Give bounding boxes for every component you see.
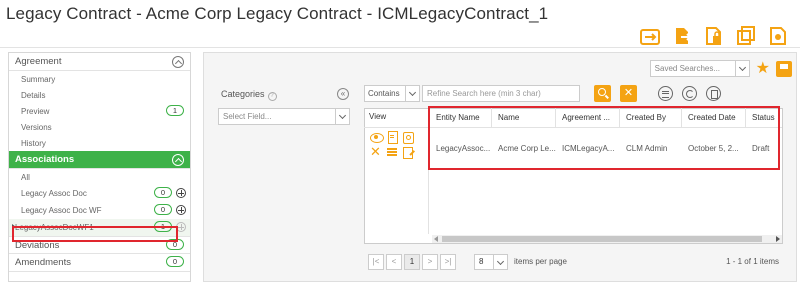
- save-icon[interactable]: [776, 60, 792, 77]
- export-icon[interactable]: [706, 86, 721, 101]
- nav-item-summary[interactable]: Summary: [9, 71, 190, 87]
- list-view-icon[interactable]: [658, 86, 673, 101]
- search-button[interactable]: [594, 85, 611, 102]
- chevron-down-icon: [405, 86, 419, 101]
- edit-icon[interactable]: [402, 146, 415, 159]
- pager-info: 1 - 1 of 1 items: [726, 257, 779, 266]
- star-icon[interactable]: ★: [756, 60, 770, 77]
- document-copy-icon[interactable]: [736, 26, 756, 46]
- nav-item-preview[interactable]: Preview 1: [9, 103, 190, 119]
- delete-icon[interactable]: ✕: [370, 145, 383, 159]
- count-badge: 1: [166, 105, 184, 116]
- collapse-left-icon[interactable]: «: [337, 88, 349, 100]
- nav-item-label: Legacy Assoc Doc WF: [21, 206, 102, 215]
- category-field-select[interactable]: Select Field...: [218, 108, 350, 125]
- search-placeholder: Refine Search here (min 3 char): [427, 89, 541, 98]
- scroll-right-icon[interactable]: [776, 236, 780, 242]
- add-icon[interactable]: [176, 205, 186, 215]
- count-badge: 0: [154, 204, 172, 215]
- categories-title: Categories: [221, 89, 265, 99]
- nav-item-label: History: [21, 138, 46, 148]
- nav-item-legacy-assoc-doc-wf[interactable]: Legacy Assoc Doc WF 0: [9, 202, 190, 219]
- row-action-icons: ✕: [370, 131, 418, 159]
- row-actions-cell: ✕: [364, 128, 429, 234]
- nav-item-label: Versions: [21, 122, 52, 132]
- prev-page-button[interactable]: <: [386, 254, 402, 270]
- current-page[interactable]: 1: [404, 254, 420, 270]
- nav-item-label: Summary: [21, 74, 56, 84]
- nav-item-legacy-assoc-doc[interactable]: Legacy Assoc Doc 0: [9, 185, 190, 202]
- nav-item-all[interactable]: All: [9, 169, 190, 185]
- first-page-button[interactable]: |<: [368, 254, 384, 270]
- search-input[interactable]: Refine Search here (min 3 char): [422, 85, 580, 102]
- search-operator-value: Contains: [368, 89, 400, 98]
- pager: |< < 1 > >| 8 items per page 1 - 1 of 1 …: [364, 252, 783, 272]
- horizontal-scrollbar[interactable]: [432, 235, 782, 243]
- nav-section-amendments[interactable]: Amendments 0: [9, 254, 190, 272]
- saved-searches-placeholder: Saved Searches...: [654, 64, 721, 73]
- top-action-bar: [640, 26, 788, 46]
- page-title: Legacy Contract - Acme Corp Legacy Contr…: [6, 4, 549, 23]
- nav-item-label: Preview: [21, 106, 50, 116]
- nav-section-label: Agreement: [15, 56, 62, 67]
- nav-item-versions[interactable]: Versions: [9, 119, 190, 135]
- page-size-value: 8: [479, 257, 484, 266]
- count-badge: 0: [166, 256, 184, 267]
- view-icon[interactable]: [370, 131, 384, 144]
- scroll-left-icon[interactable]: [434, 236, 438, 242]
- highlight-box: [12, 226, 178, 242]
- nav-section-label: Amendments: [15, 257, 71, 268]
- last-page-button[interactable]: >|: [440, 254, 456, 270]
- details-icon[interactable]: [386, 131, 399, 144]
- nav-item-label: Details: [21, 90, 46, 100]
- header-divider: [0, 47, 800, 48]
- nav-item-label: All: [21, 172, 30, 182]
- list-icon[interactable]: [386, 146, 399, 159]
- left-navigation: Agreement Summary Details Preview 1 Versi…: [8, 52, 191, 282]
- document-export-icon[interactable]: [672, 26, 692, 46]
- chevron-up-icon[interactable]: [172, 154, 184, 166]
- add-icon[interactable]: [176, 188, 186, 198]
- chevron-up-icon[interactable]: [172, 56, 184, 68]
- nav-item-history[interactable]: History: [9, 135, 190, 151]
- nav-section-associations[interactable]: Associations: [9, 151, 190, 169]
- help-icon[interactable]: ?: [267, 92, 277, 101]
- nav-section-agreement[interactable]: Agreement: [9, 53, 190, 71]
- scrollbar-thumb[interactable]: [442, 236, 762, 242]
- document-lock-icon[interactable]: [704, 26, 724, 46]
- chevron-down-icon: [493, 255, 507, 269]
- count-badge: 0: [154, 187, 172, 198]
- document-share-icon[interactable]: [768, 26, 788, 46]
- column-header-view[interactable]: View: [364, 108, 429, 128]
- chevron-down-icon: [335, 109, 349, 124]
- categories-label: Categories?: [221, 89, 277, 101]
- nav-item-label: Legacy Assoc Doc: [21, 189, 87, 198]
- document-transfer-icon[interactable]: [640, 26, 660, 46]
- page-size-select[interactable]: 8: [474, 254, 508, 270]
- highlight-box: [428, 106, 780, 170]
- refresh-icon[interactable]: [682, 86, 697, 101]
- saved-searches-dropdown[interactable]: Saved Searches...: [649, 60, 750, 77]
- nav-section-label: Associations: [15, 154, 75, 165]
- next-page-button[interactable]: >: [422, 254, 438, 270]
- category-select-placeholder: Select Field...: [223, 112, 272, 121]
- page-size-label: items per page: [514, 257, 567, 266]
- search-operator-select[interactable]: Contains: [364, 85, 420, 102]
- chevron-down-icon: [734, 61, 749, 76]
- saved-search-toolbar: Saved Searches... ★: [649, 60, 792, 77]
- nav-item-details[interactable]: Details: [9, 87, 190, 103]
- clear-search-button[interactable]: ✕: [620, 85, 637, 102]
- history-icon[interactable]: [402, 131, 415, 144]
